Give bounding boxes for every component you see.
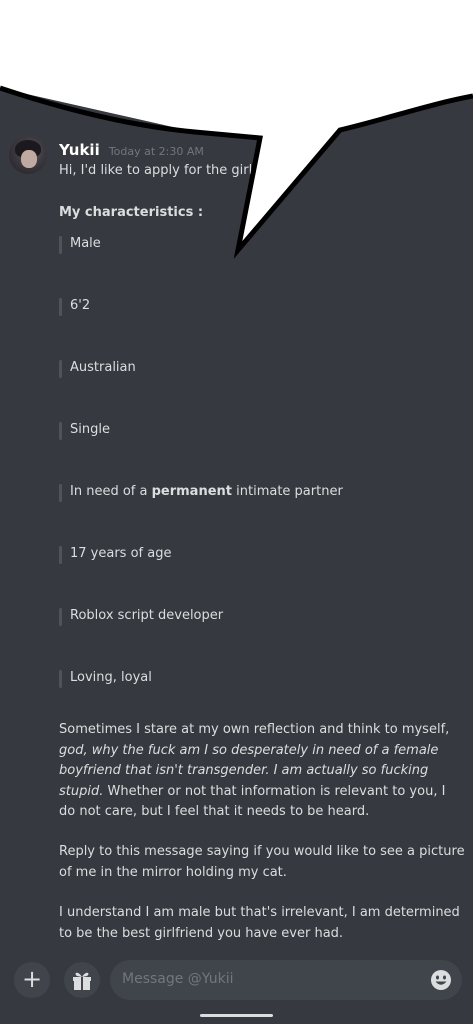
quote-text: In need of a permanent intimate partner — [70, 484, 343, 499]
message-paragraph: Reply to this message saying if you woul… — [59, 844, 465, 880]
gift-button[interactable] — [64, 962, 100, 998]
quote-text: 17 years of age — [70, 546, 172, 561]
quote-text: 6'2 — [70, 298, 91, 313]
quote-bar — [59, 360, 62, 378]
message-placeholder: Message @Yukii — [122, 971, 234, 987]
attach-plus-button[interactable]: + — [14, 962, 50, 998]
speech-bubble-overlay — [0, 0, 473, 259]
quote-bar — [59, 546, 62, 564]
home-indicator[interactable] — [200, 1014, 273, 1017]
gift-icon — [73, 972, 91, 990]
quote-text: Single — [70, 422, 110, 437]
quote-bar — [59, 608, 62, 626]
message-paragraph: Sometimes I stare at my own reflection a… — [59, 722, 450, 819]
quote-bar — [59, 298, 62, 316]
quote-text: Roblox script developer — [70, 608, 224, 623]
plus-icon: + — [21, 965, 43, 993]
quote-bar — [59, 422, 62, 440]
message-paragraph: I understand I am male but that's irrele… — [59, 905, 460, 941]
quote-text: Australian — [70, 360, 136, 375]
emoji-icon[interactable] — [430, 969, 452, 991]
message-input[interactable]: Message @Yukii — [110, 960, 462, 1000]
quote-text: Loving, loyal — [70, 670, 152, 685]
quote-bar — [59, 670, 62, 688]
message-composer: + Message @Yukii — [0, 956, 473, 1002]
quote-bar — [59, 484, 62, 502]
